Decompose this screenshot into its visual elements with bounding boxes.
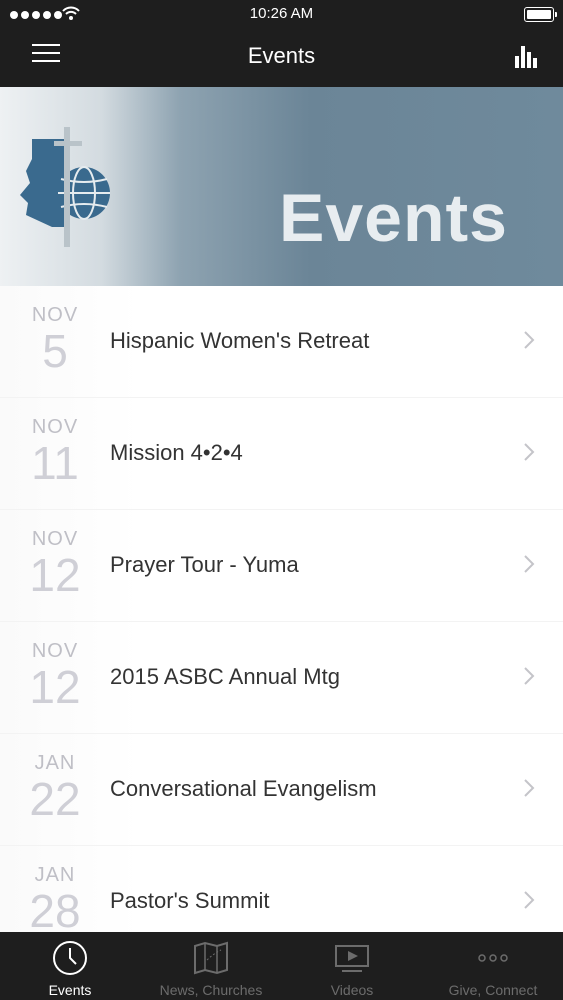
event-month: NOV: [31, 528, 79, 550]
events-banner: Events: [0, 87, 563, 286]
cross-globe-logo: [20, 127, 110, 247]
event-date: NOV 12: [20, 640, 90, 712]
tab-give-connect[interactable]: Give, Connect: [423, 932, 563, 1000]
tab-videos[interactable]: Videos: [282, 932, 422, 1000]
tab-news-churches[interactable]: News, Churches: [141, 932, 281, 1000]
clock-icon: [53, 941, 87, 975]
event-row[interactable]: NOV 12 Prayer Tour - Yuma: [0, 510, 563, 622]
tab-label: Give, Connect: [448, 982, 538, 998]
battery-icon: [524, 7, 557, 22]
event-day: 12: [29, 661, 81, 713]
chevron-right-icon: [524, 891, 535, 909]
navigation-bar: Events: [0, 30, 563, 87]
event-title: 2015 ASBC Annual Mtg: [110, 664, 340, 689]
event-day: 5: [42, 325, 68, 377]
status-bar: 10:26 AM: [0, 0, 563, 30]
event-title: Hispanic Women's Retreat: [110, 328, 370, 353]
event-day: 28: [29, 885, 81, 932]
chevron-right-icon: [524, 443, 535, 461]
event-row[interactable]: NOV 11 Mission 4•2•4: [0, 398, 563, 510]
chevron-right-icon: [524, 331, 535, 349]
event-title: Pastor's Summit: [110, 888, 270, 913]
map-icon: [194, 941, 228, 975]
event-month: NOV: [31, 416, 79, 438]
event-day: 12: [29, 549, 81, 601]
tab-label: Videos: [330, 982, 374, 998]
event-row[interactable]: NOV 5 Hispanic Women's Retreat: [0, 286, 563, 398]
more-icon: [478, 954, 508, 962]
event-row[interactable]: JAN 22 Conversational Evangelism: [0, 734, 563, 846]
chevron-right-icon: [524, 779, 535, 797]
chevron-right-icon: [524, 555, 535, 573]
banner-title: Events: [279, 180, 508, 256]
events-list: NOV 5 Hispanic Women's Retreat NOV 11 Mi…: [0, 286, 563, 932]
status-time: 10:26 AM: [249, 5, 314, 22]
event-month: JAN: [34, 864, 76, 886]
event-date: JAN 28: [20, 864, 90, 932]
event-title: Prayer Tour - Yuma: [110, 552, 299, 577]
event-row[interactable]: NOV 12 2015 ASBC Annual Mtg: [0, 622, 563, 734]
tab-bar: Events News, Churches Videos Give, Conne…: [0, 932, 563, 1000]
video-icon: [335, 945, 369, 972]
bar-chart-icon[interactable]: [513, 42, 541, 70]
event-date: JAN 22: [20, 752, 90, 824]
tab-label: News, Churches: [159, 982, 263, 998]
event-row[interactable]: JAN 28 Pastor's Summit: [0, 846, 563, 932]
event-month: NOV: [31, 640, 79, 662]
event-month: JAN: [34, 752, 76, 774]
event-month: NOV: [31, 304, 79, 326]
event-title: Conversational Evangelism: [110, 776, 377, 801]
chevron-right-icon: [524, 667, 535, 685]
event-day: 11: [31, 437, 79, 489]
tab-label: Events: [48, 982, 92, 998]
event-title: Mission 4•2•4: [110, 440, 243, 465]
page-title: Events: [247, 43, 316, 68]
top-bar: 10:26 AM Events: [0, 0, 563, 87]
tab-events[interactable]: Events: [0, 932, 140, 1000]
event-date: NOV 12: [20, 528, 90, 600]
event-day: 22: [29, 773, 81, 825]
event-date: NOV 5: [20, 304, 90, 376]
event-date: NOV 11: [20, 416, 90, 488]
